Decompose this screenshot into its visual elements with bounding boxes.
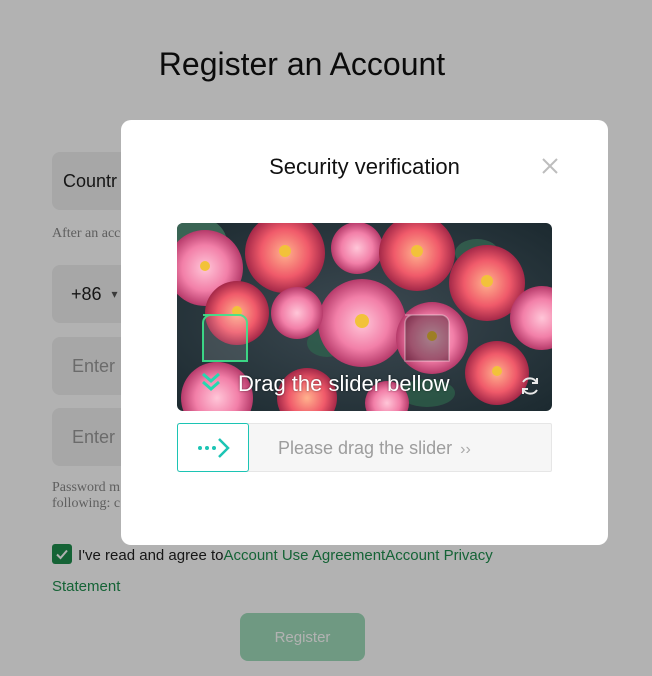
dotted-arrow-right-icon (198, 438, 230, 458)
slider-placeholder-text: Please drag the slider (278, 438, 453, 458)
close-icon[interactable] (539, 155, 561, 177)
refresh-icon[interactable] (518, 374, 542, 398)
puzzle-instruction: Drag the slider bellow (238, 371, 450, 396)
slider-placeholder: Please drag the slider ›› (278, 438, 471, 459)
security-verification-dialog: Security verification Drag the slider be… (121, 120, 608, 545)
captcha-puzzle-image: Drag the slider bellow (177, 223, 552, 411)
dialog-title: Security verification (269, 154, 460, 179)
slider-handle[interactable] (177, 423, 249, 472)
slider-arrows-icon: ›› (460, 441, 471, 458)
double-chevron-down-icon (198, 368, 224, 394)
